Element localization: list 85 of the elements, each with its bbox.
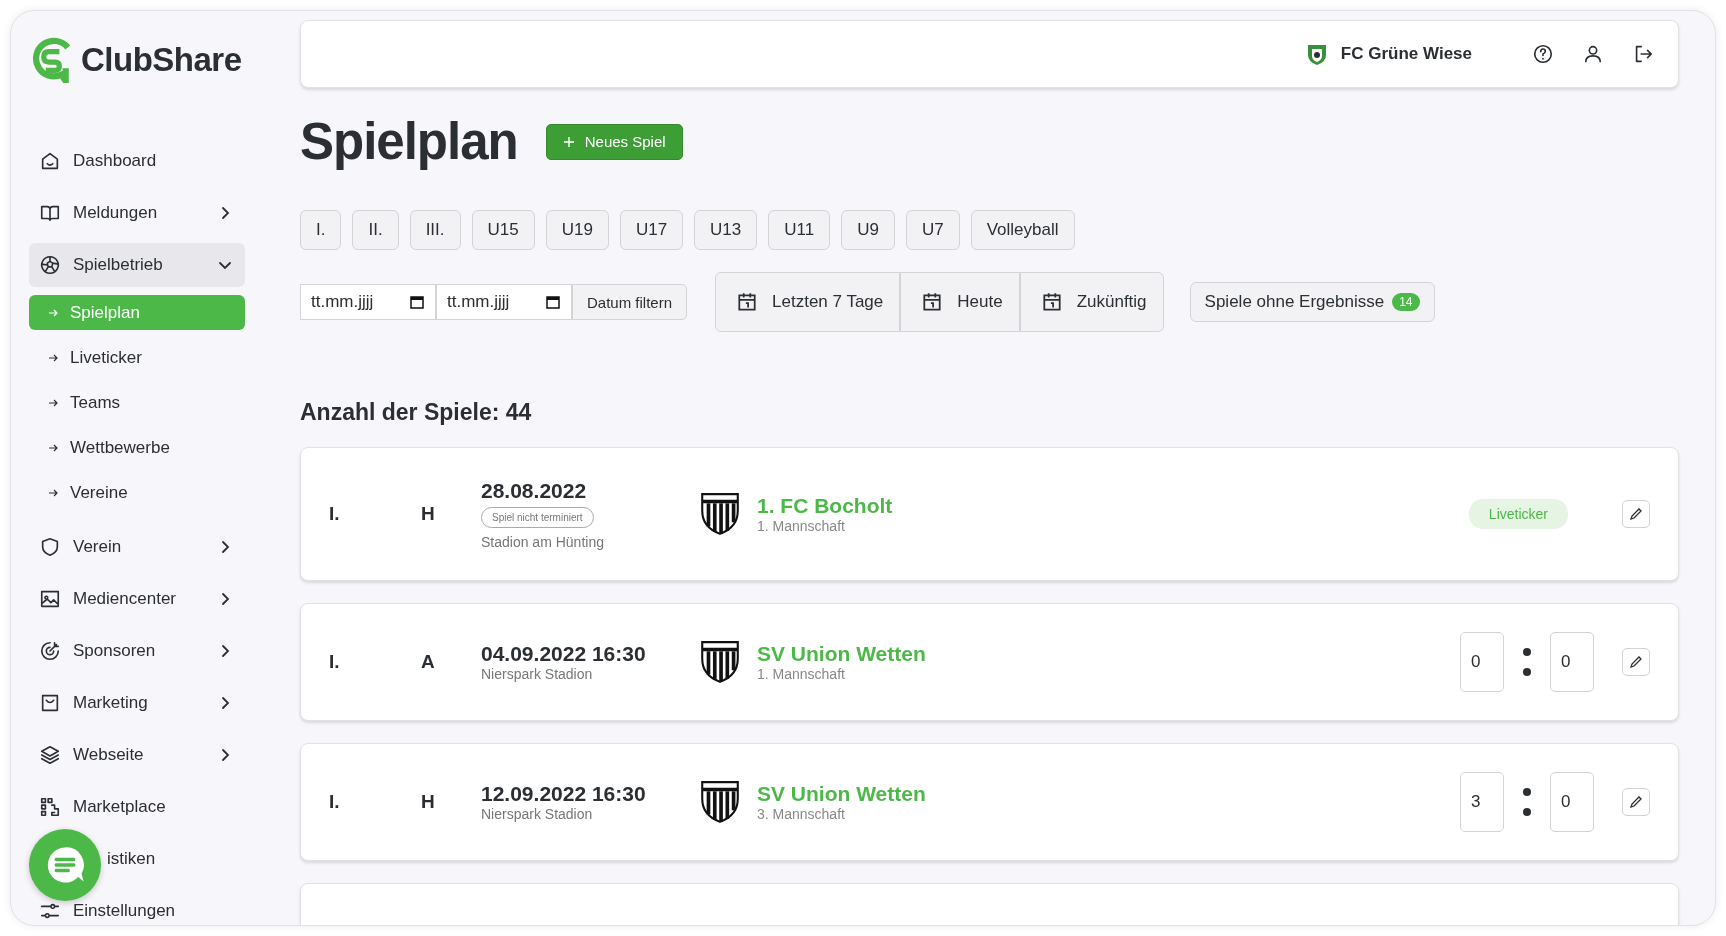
team-label: I.	[329, 791, 341, 813]
score-field[interactable]: 0	[1460, 632, 1504, 692]
pencil-icon	[1628, 794, 1644, 810]
help-icon[interactable]	[1532, 43, 1554, 65]
filter-date-button[interactable]: Datum filtern	[572, 284, 688, 320]
nav-item[interactable]: Mediencenter	[29, 577, 245, 621]
games-count: Anzahl der Spiele: 44	[300, 399, 533, 426]
no-results-filter-button[interactable]: Spiele ohne Ergebnisse 14	[1189, 282, 1435, 322]
match-date: 12.09.2022 16:30	[481, 782, 646, 806]
club-crest-icon	[699, 779, 741, 825]
brand-name: ClubShare	[81, 41, 242, 79]
nav-item[interactable]: istiken	[105, 837, 245, 881]
edit-button[interactable]	[1622, 500, 1650, 528]
pencil-icon	[1628, 506, 1644, 522]
club-crest-icon	[699, 491, 741, 537]
edit-button[interactable]	[1622, 788, 1650, 816]
user-icon[interactable]	[1582, 43, 1604, 65]
team-filter-button[interactable]: U17	[619, 210, 684, 250]
nav-icon	[39, 254, 61, 276]
quick-filter-button[interactable]: Zukünftig	[1019, 272, 1164, 332]
nav-item[interactable]: Meldungen	[29, 191, 245, 235]
match-date: 28.08.2022	[481, 478, 587, 503]
chat-button[interactable]	[29, 829, 101, 901]
team-label: I.	[329, 503, 341, 525]
nav-item[interactable]: Webseite	[29, 733, 245, 777]
calendar-icon	[546, 295, 560, 309]
squad-label: 3. Mannschaft	[757, 806, 846, 822]
team-filter-button[interactable]: U13	[694, 210, 758, 250]
pencil-icon	[1628, 654, 1644, 670]
team-filter-button[interactable]: U19	[545, 210, 609, 250]
edit-button[interactable]	[1622, 648, 1650, 676]
subnav-item[interactable]: Wettbewerbe	[29, 430, 245, 465]
calendar-icon	[1040, 291, 1063, 313]
subnav-item[interactable]: Vereine	[29, 475, 245, 510]
home-away-label: H	[421, 503, 436, 525]
nav-icon	[39, 588, 61, 610]
score-field[interactable]: 3	[1460, 772, 1504, 832]
count-badge: 14	[1392, 293, 1420, 311]
calendar-icon	[921, 291, 944, 313]
date-field[interactable]: tt.mm.jjjj	[436, 284, 572, 320]
quick-filter-button[interactable]: Heute	[900, 272, 1020, 332]
venue: Nierspark Stadion	[481, 806, 593, 822]
match-date: 04.09.2022 16:30	[481, 642, 646, 666]
nav-item[interactable]: Marketing	[29, 681, 245, 725]
nav-item[interactable]: Spielbetrieb	[29, 243, 245, 287]
venue: Nierspark Stadion	[481, 666, 593, 682]
date-field[interactable]: tt.mm.jjjj	[300, 284, 436, 320]
score-field[interactable]: 0	[1550, 632, 1594, 692]
club-crest-icon	[699, 639, 741, 685]
squad-label: 1. Mannschaft	[757, 518, 846, 534]
nav-icon	[39, 150, 61, 172]
page-title: Spielplan	[300, 112, 518, 171]
team-filter-button[interactable]: U15	[471, 210, 535, 250]
nav-icon	[39, 796, 61, 818]
team-filter-button[interactable]: U11	[768, 210, 831, 250]
nav-item[interactable]: Dashboard	[29, 139, 245, 183]
subnav-item[interactable]: Liveticker	[29, 340, 245, 375]
home-away-label: A	[421, 651, 436, 673]
team-filter-button[interactable]: I.	[300, 210, 342, 250]
nav-item[interactable]: Einstellungen	[29, 889, 245, 925]
calendar-icon	[410, 295, 424, 309]
colon-icon	[1522, 787, 1532, 817]
squad-label: 1. Mannschaft	[757, 666, 846, 682]
plus-icon	[562, 135, 575, 148]
quick-filter-button[interactable]: Letzten 7 Tage	[715, 272, 901, 332]
team-label: I.	[329, 651, 341, 673]
calendar-icon	[736, 291, 759, 313]
colon-icon	[1522, 647, 1532, 677]
nav-item[interactable]: Sponsoren	[29, 629, 245, 673]
venue: Stadion am Hünting	[481, 533, 604, 550]
home-away-label: H	[421, 791, 436, 813]
team-filter-button[interactable]: Volleyball	[970, 210, 1075, 250]
nav-icon	[39, 536, 61, 558]
nav-icon	[39, 692, 61, 714]
score-field[interactable]: 0	[1550, 772, 1594, 832]
subnav-item[interactable]: Teams	[29, 385, 245, 420]
nav-icon	[39, 744, 61, 766]
club-name: FC Grüne Wiese	[1340, 44, 1472, 64]
nav-item[interactable]: Marketplace	[29, 785, 245, 829]
nav-item[interactable]: Verein	[29, 525, 245, 569]
team-filter-button[interactable]: II.	[352, 210, 399, 250]
team-filter-button[interactable]: U9	[841, 210, 895, 250]
team-filter-button[interactable]: U7	[905, 210, 960, 250]
team-filter-button[interactable]: III.	[409, 210, 461, 250]
nav-icon	[39, 640, 61, 662]
